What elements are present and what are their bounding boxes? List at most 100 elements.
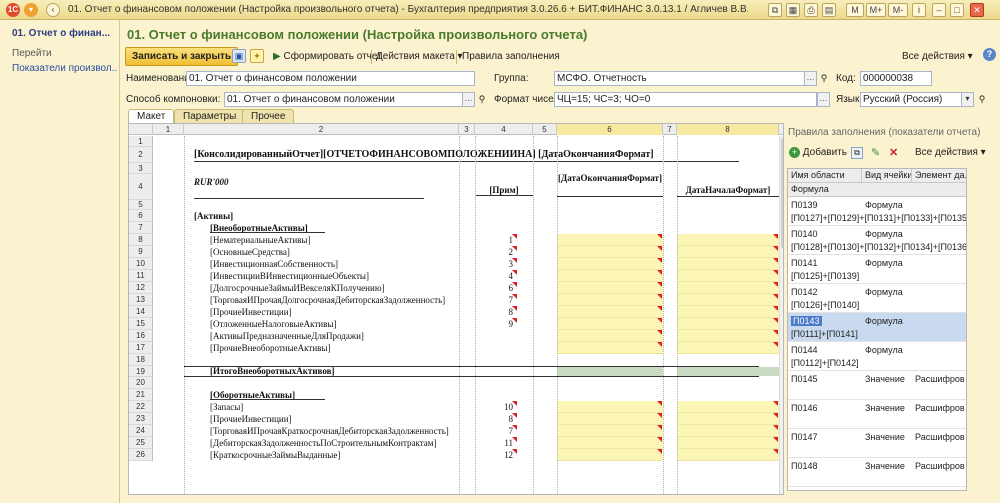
column-header-data-element[interactable]: Элемент да... (912, 169, 966, 183)
minimize-icon[interactable]: – (932, 3, 946, 17)
scrollbar-thumb[interactable] (781, 138, 783, 248)
row-header-25[interactable]: 25 (129, 437, 153, 449)
edit-rule-icon[interactable]: ✎ (871, 146, 880, 159)
value-input-cell[interactable] (677, 449, 779, 461)
row-header-24[interactable]: 24 (129, 425, 153, 437)
note-number-cell[interactable]: 8 (475, 306, 514, 318)
calculator-icon[interactable]: ▤ (822, 3, 836, 17)
value-input-cell[interactable] (557, 294, 663, 306)
value-input-cell[interactable] (557, 270, 663, 282)
fill-rules-table[interactable]: Имя области Вид ячейки Элемент да... Фор… (787, 168, 967, 491)
memory-m-button[interactable]: M (846, 3, 864, 17)
value-input-cell[interactable] (557, 234, 663, 246)
fill-rule-row[interactable]: П0144 Формула [П0112]+[П0142] (788, 342, 966, 371)
note-number-cell[interactable]: [Прим] (475, 184, 533, 196)
note-number-cell[interactable]: 6 (475, 282, 514, 294)
value-input-cell[interactable] (677, 437, 779, 449)
value-input-cell[interactable] (677, 282, 779, 294)
column-header-cell-type[interactable]: Вид ячейки (862, 169, 912, 183)
row-header-12[interactable]: 12 (129, 282, 153, 294)
print-icon[interactable]: ⎙ (804, 3, 818, 17)
note-number-cell[interactable]: 4 (475, 270, 514, 282)
tab-parameters[interactable]: Параметры (174, 109, 246, 123)
column-header-5[interactable]: 5 (533, 124, 557, 135)
row-header-6[interactable]: 6 (129, 210, 153, 222)
language-field[interactable]: Русский (Россия) (860, 92, 974, 107)
total-value-cell[interactable] (557, 367, 663, 376)
lightbulb-icon[interactable]: ✦ (250, 49, 264, 63)
row-header-4[interactable]: 4 (129, 174, 153, 200)
note-number-cell[interactable]: 7 (475, 425, 514, 437)
row-label-cell[interactable]: [АктивыПредназначенныеДляПродажи] (210, 330, 530, 342)
row-header-23[interactable]: 23 (129, 413, 153, 425)
layout-search-icon[interactable]: ⚲ (476, 92, 488, 107)
column-header-7[interactable]: 7 (663, 124, 677, 135)
value-input-cell[interactable] (677, 342, 779, 354)
layout-select-button[interactable]: … (462, 92, 475, 107)
note-number-cell[interactable]: 7 (475, 294, 514, 306)
column-header-4[interactable]: 4 (475, 124, 533, 135)
note-number-cell[interactable]: 1 (475, 234, 514, 246)
language-search-icon[interactable]: ⚲ (976, 92, 988, 107)
value-input-cell[interactable] (677, 330, 779, 342)
number-format-button[interactable]: … (817, 92, 830, 107)
value-input-cell[interactable] (557, 413, 663, 425)
total-value-cell[interactable] (677, 367, 779, 376)
column-header-1[interactable]: 1 (153, 124, 184, 135)
fill-rule-row[interactable]: П0145 Значение Расшифров (788, 371, 966, 400)
row-header-18[interactable]: 18 (129, 354, 153, 366)
value-input-cell[interactable] (677, 270, 779, 282)
maximize-icon[interactable]: □ (950, 3, 964, 17)
copy-icon[interactable]: ⧉ (768, 3, 782, 17)
note-number-cell[interactable]: 12 (475, 449, 513, 461)
fill-rule-row[interactable]: П0146 Значение Расшифров (788, 400, 966, 429)
value-input-cell[interactable] (557, 401, 663, 413)
value-input-cell[interactable] (557, 437, 663, 449)
row-header-26[interactable]: 26 (129, 449, 153, 461)
fill-rule-row[interactable]: П0143 Формула [П0111]+[П0141] (788, 313, 966, 342)
row-header-8[interactable]: 8 (129, 234, 153, 246)
note-number-cell[interactable]: 9 (475, 318, 514, 330)
copy-rule-icon[interactable]: ⧉ (851, 147, 863, 159)
value-input-cell[interactable] (557, 425, 663, 437)
row-header-16[interactable]: 16 (129, 330, 153, 342)
sheet-corner[interactable] (129, 124, 153, 135)
column-header-area-name[interactable]: Имя области (788, 169, 862, 183)
row-header-11[interactable]: 11 (129, 270, 153, 282)
report-indicators-link[interactable]: Показатели произвол... (12, 63, 117, 74)
all-actions-menu[interactable]: Все действия ▾ (902, 48, 973, 66)
value-input-cell[interactable] (557, 342, 663, 354)
value-input-cell[interactable] (557, 258, 663, 270)
row-label-cell[interactable]: [Активы] (194, 210, 514, 222)
fill-rules-button[interactable]: Правила заполнения (462, 48, 560, 66)
add-rule-button[interactable]: + Добавить (789, 147, 847, 158)
group-select-button[interactable]: … (804, 71, 817, 86)
left-panel-heading[interactable]: 01. Отчет о финан... (12, 28, 117, 39)
row-header-15[interactable]: 15 (129, 318, 153, 330)
note-number-cell[interactable]: 2 (475, 246, 514, 258)
start-date-header-cell[interactable]: ДатаНачалаФормат] (677, 184, 779, 197)
fill-rule-row[interactable]: П0140 Формула [П0128]+[П0130]+[П0132]+[П01… (788, 226, 966, 255)
value-input-cell[interactable] (557, 449, 663, 461)
code-field[interactable]: 000000038 (860, 71, 932, 86)
row-header-1[interactable]: 1 (129, 136, 153, 147)
number-format-field[interactable]: ЧЦ=15; ЧС=3; ЧО=0 (554, 92, 817, 107)
value-input-cell[interactable] (677, 294, 779, 306)
generate-report-button[interactable]: ▶ Сформировать отчет (273, 48, 382, 66)
group-field[interactable]: МСФО. Отчетность (554, 71, 817, 86)
value-input-cell[interactable] (557, 318, 663, 330)
row-header-2[interactable]: 2 (129, 147, 153, 163)
layout-actions-menu[interactable]: Действия макета ▾ (376, 48, 463, 66)
info-icon[interactable]: i (912, 3, 926, 17)
note-number-cell[interactable]: 3 (475, 258, 514, 270)
menu-dropdown-icon[interactable]: ▾ (24, 3, 38, 17)
help-icon[interactable]: ? (983, 48, 996, 61)
language-dropdown-button[interactable]: ▾ (961, 92, 974, 107)
column-header-formula[interactable]: Формула (788, 183, 966, 197)
fill-rule-row[interactable]: П0139 Формула [П0127]+[П0129]+[П0131]+[П01… (788, 197, 966, 226)
save-and-close-button[interactable]: Записать и закрыть (125, 47, 239, 66)
value-input-cell[interactable] (557, 306, 663, 318)
row-label-cell[interactable]: [ИтогоВнеоборотныхАктивов] (210, 366, 530, 377)
row-header-3[interactable]: 3 (129, 163, 153, 174)
row-label-cell[interactable]: [ПрочиеВнеоборотныеАктивы] (210, 342, 530, 354)
